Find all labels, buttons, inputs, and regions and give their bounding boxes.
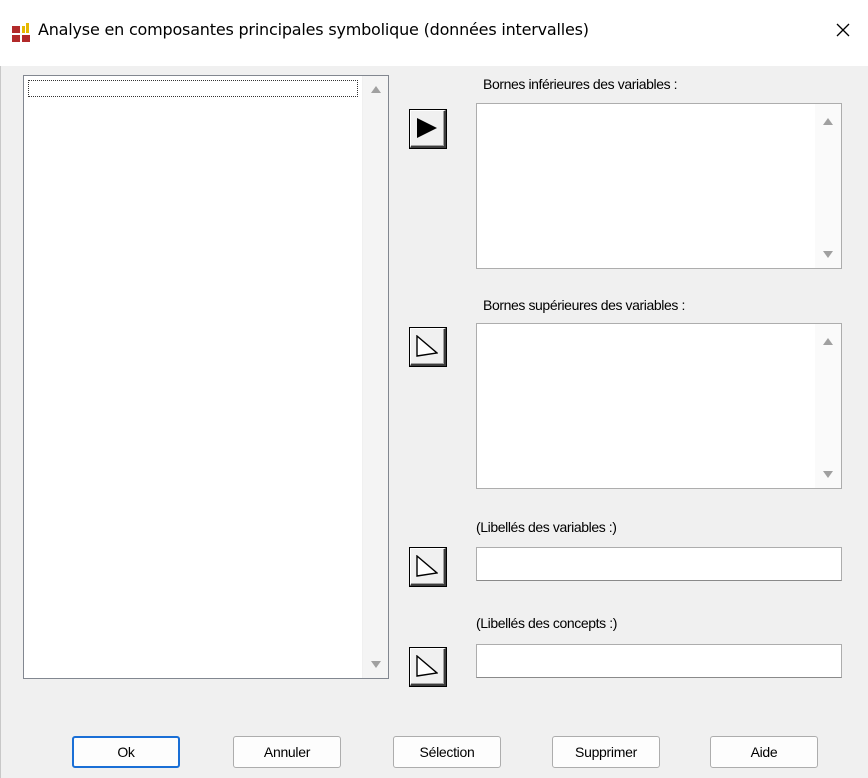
upper-bounds-label: Bornes supérieures des variables : bbox=[483, 297, 685, 313]
help-button[interactable]: Aide bbox=[710, 736, 818, 768]
list-item[interactable] bbox=[28, 80, 358, 97]
concept-labels-field[interactable] bbox=[476, 644, 842, 678]
variable-labels-label: (Libellés des variables :) bbox=[476, 519, 617, 535]
right-arrow-icon bbox=[416, 655, 438, 677]
close-button[interactable] bbox=[826, 14, 860, 46]
title-bar[interactable]: Analyse en composantes principales symbo… bbox=[0, 0, 868, 66]
right-arrow-icon bbox=[416, 555, 438, 577]
add-upper-bounds-button[interactable] bbox=[410, 328, 446, 366]
upper-bounds-scrollbar[interactable] bbox=[815, 324, 841, 488]
variable-labels-field[interactable] bbox=[476, 547, 842, 581]
right-arrow-icon bbox=[417, 118, 437, 138]
selection-button[interactable]: Sélection bbox=[393, 736, 501, 768]
lower-bounds-scrollbar[interactable] bbox=[815, 104, 841, 268]
grid-app-icon bbox=[12, 23, 32, 43]
concept-labels-label: (Libellés des concepts :) bbox=[476, 615, 617, 631]
window-border bbox=[0, 0, 1, 778]
delete-button[interactable]: Supprimer bbox=[552, 736, 660, 768]
scroll-up-icon[interactable] bbox=[823, 338, 833, 345]
add-lower-bounds-button[interactable] bbox=[410, 110, 446, 148]
scroll-up-icon[interactable] bbox=[370, 86, 381, 93]
ok-button[interactable]: Ok bbox=[72, 736, 180, 768]
window-title: Analyse en composantes principales symbo… bbox=[38, 20, 589, 39]
add-variable-labels-button[interactable] bbox=[410, 548, 446, 586]
lower-bounds-list[interactable] bbox=[476, 103, 842, 269]
scroll-down-icon[interactable] bbox=[823, 471, 833, 478]
scroll-down-icon[interactable] bbox=[823, 251, 833, 258]
cancel-button[interactable]: Annuler bbox=[233, 736, 341, 768]
scroll-up-icon[interactable] bbox=[823, 118, 833, 125]
close-icon bbox=[836, 23, 850, 37]
right-arrow-icon bbox=[416, 335, 438, 357]
scroll-down-icon[interactable] bbox=[370, 661, 381, 668]
lower-bounds-label: Bornes inférieures des variables : bbox=[483, 76, 678, 92]
variables-list[interactable] bbox=[23, 75, 389, 679]
list-scrollbar[interactable] bbox=[362, 76, 388, 678]
upper-bounds-list[interactable] bbox=[476, 323, 842, 489]
add-concept-labels-button[interactable] bbox=[410, 648, 446, 686]
